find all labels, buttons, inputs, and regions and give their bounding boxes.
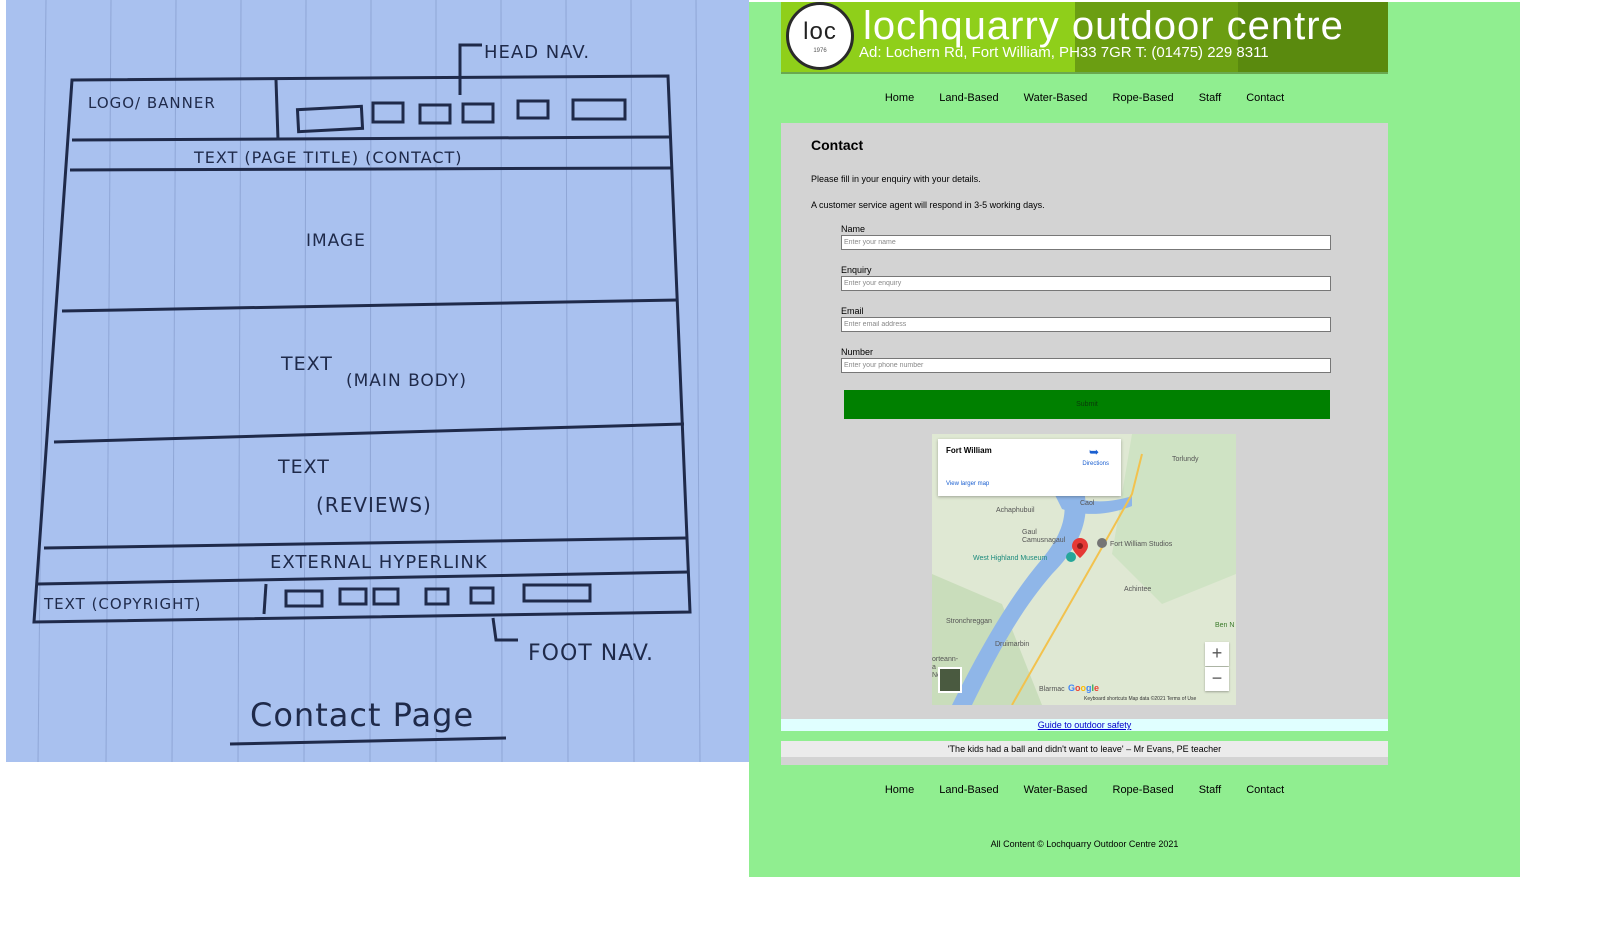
map-label: Fort William Studios [1110,541,1173,548]
foot-nav-staff[interactable]: Staff [1199,784,1221,796]
map-label: Achaphubuil [996,507,1035,514]
sketch-caption: Contact Page [250,696,474,734]
sketch-reviews-text-label: TEXT [277,456,330,478]
email-input[interactable] [841,317,1331,332]
name-field-group: Name [841,224,1331,250]
site-banner: loc 1976 lochquarry outdoor centre Ad: L… [781,2,1388,74]
studio-pin-icon [1097,538,1107,548]
zoom-out-button[interactable]: − [1205,667,1229,691]
embedded-map[interactable]: Torlundy Achaphubuil Caol Gaul Camusnaga… [932,434,1236,705]
wireframe-sketch-photo: LOGO/ BANNER HEAD NAV. TEXT (PAGE TITLE)… [6,0,749,762]
intro-text: Please fill in your enquiry with your de… [811,174,981,184]
map-label: Blarmac [1039,686,1065,693]
sketch-foot-nav-label: FOOT NAV. [528,641,654,666]
name-input[interactable] [841,235,1331,250]
foot-nav-land-based[interactable]: Land-Based [939,784,998,796]
sketch-head-nav-label: HEAD NAV. [484,42,590,63]
external-link-bar: Guide to outdoor safety [781,719,1388,731]
nav-home[interactable]: Home [885,92,914,104]
map-label: West Highland Museum [973,555,1048,562]
satellite-toggle[interactable] [938,667,962,693]
museum-pin-icon [1066,552,1076,562]
map-label: Achintee [1124,586,1152,593]
copyright-text: All Content © Lochquarry Outdoor Centre … [990,839,1179,849]
number-input[interactable] [841,358,1331,373]
directions-link[interactable]: Directions [1082,461,1109,467]
nav-land-based[interactable]: Land-Based [939,92,998,104]
map-label: Druimarbin [995,641,1030,648]
map-label: Stronchreggan [946,618,992,625]
google-logo: Google [1068,683,1100,693]
view-larger-map-link[interactable]: View larger map [946,481,989,487]
brand-title: lochquarry outdoor centre [863,4,1344,48]
zoom-in-button[interactable]: + [1205,642,1229,666]
sketch-logo-label: LOGO/ BANNER [88,94,216,112]
sketch-title-label: TEXT (PAGE TITLE) (CONTACT) [193,148,463,167]
logo[interactable]: loc 1976 [786,2,854,70]
sketch-external-link-label: EXTERNAL HYPERLINK [270,552,488,573]
nav-rope-based[interactable]: Rope-Based [1113,92,1174,104]
sketch-reviews-label: (REVIEWS) [316,493,432,517]
foot-nav: Home Land-Based Water-Based Rope-Based S… [781,784,1388,796]
foot-nav-home[interactable]: Home [885,784,914,796]
sketch-main-body-label: (MAIN BODY) [346,371,467,391]
nav-water-based[interactable]: Water-Based [1024,92,1088,104]
number-field-group: Number [841,347,1331,373]
map-label: Ben N [1215,622,1235,629]
content-bottom-bar [781,757,1388,765]
map-label: Caol [1080,500,1095,507]
foot-nav-rope-based[interactable]: Rope-Based [1113,784,1174,796]
logo-text: loc [803,18,837,45]
map-footer[interactable]: Keyboard shortcuts Map data ©2021 Terms … [1084,696,1196,702]
main-content: Contact Please fill in your enquiry with… [781,123,1388,719]
sketch-copyright-label: TEXT (COPYRIGHT) [43,595,201,613]
logo-year: 1976 [813,48,827,54]
enquiry-label: Enquiry [841,265,872,275]
enquiry-field-group: Enquiry [841,265,1331,291]
website-screenshot: loc 1976 lochquarry outdoor centre Ad: L… [749,2,1520,877]
address-line: Ad: Lochern Rd, Fort William, PH33 7GR T… [859,44,1269,61]
nav-staff[interactable]: Staff [1199,92,1221,104]
sketch-main-text-label: TEXT [280,353,333,375]
nav-contact[interactable]: Contact [1246,92,1284,104]
name-label: Name [841,224,866,234]
map-place-name: Fort William [946,446,992,455]
directions-icon[interactable]: ➥ [1089,445,1099,459]
sketch-image-label: IMAGE [306,231,366,251]
outdoor-safety-link[interactable]: Guide to outdoor safety [1038,720,1132,730]
sketch-drawing: LOGO/ BANNER HEAD NAV. TEXT (PAGE TITLE)… [32,0,701,762]
email-label: Email [841,306,864,316]
response-text: A customer service agent will respond in… [811,200,1045,210]
review-quote: 'The kids had a ball and didn't want to … [781,741,1388,757]
number-label: Number [841,347,874,357]
submit-button[interactable]: Submit [844,390,1330,419]
map-label: Gaul Camusnagaul [1022,529,1066,544]
head-nav: Home Land-Based Water-Based Rope-Based S… [781,92,1388,104]
enquiry-input[interactable] [841,276,1331,291]
email-field-group: Email [841,306,1331,332]
map-info-card: Fort William ➥ Directions View larger ma… [938,439,1121,496]
map-label: Torlundy [1172,456,1199,463]
foot-nav-contact[interactable]: Contact [1246,784,1284,796]
foot-nav-water-based[interactable]: Water-Based [1024,784,1088,796]
page-title: Contact [811,137,864,153]
